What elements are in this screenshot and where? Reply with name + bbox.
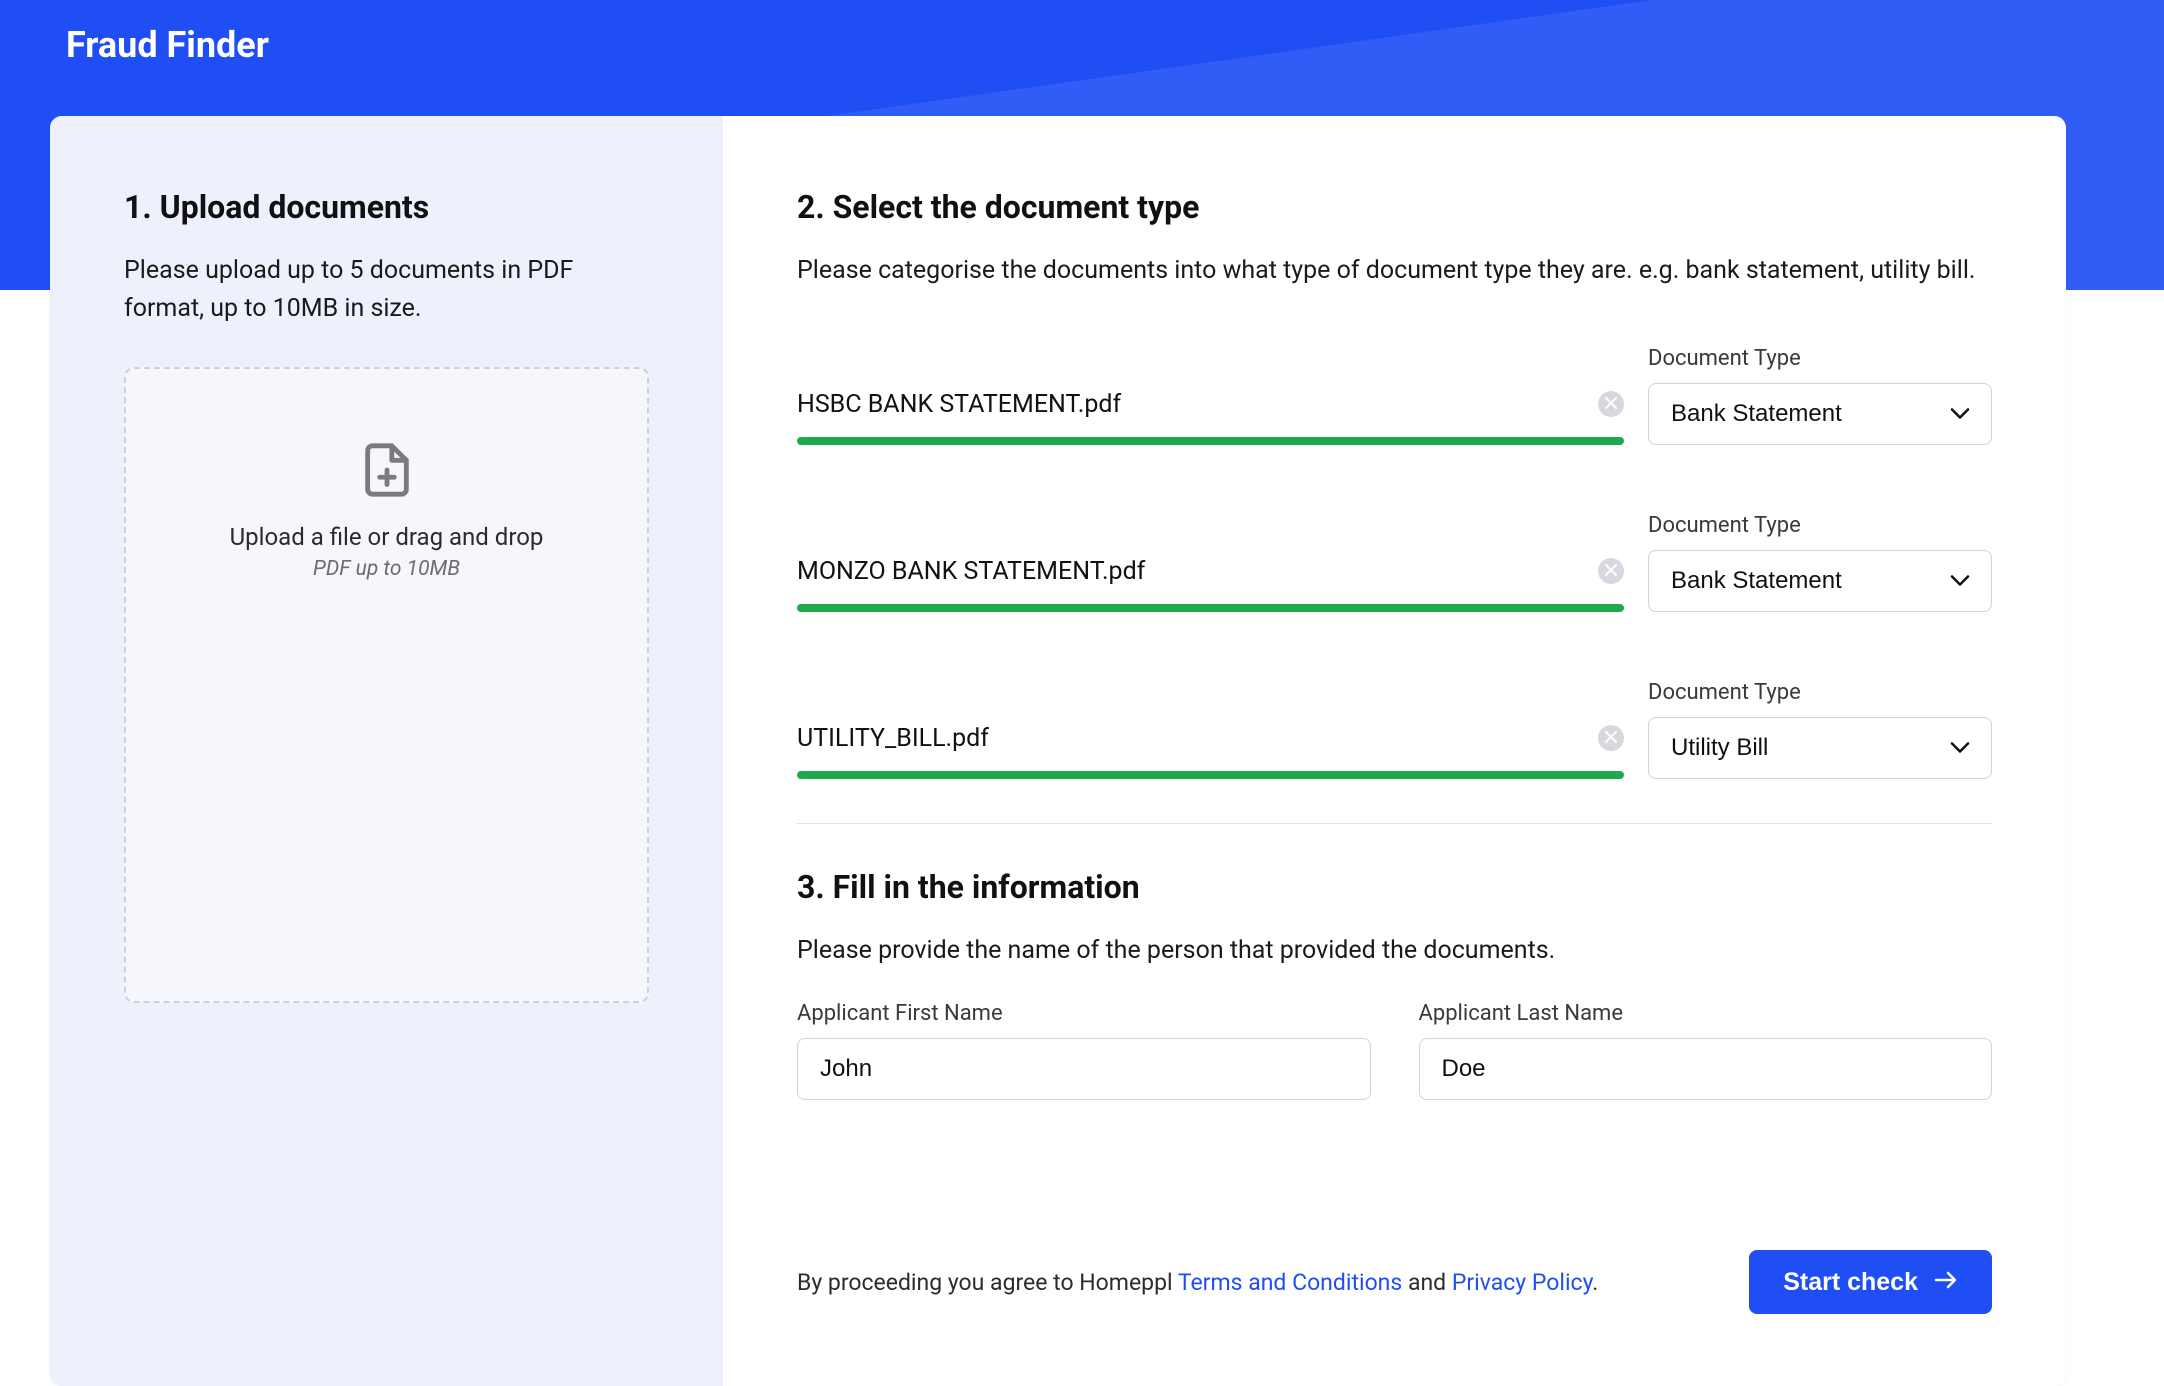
- first-name-input[interactable]: [797, 1038, 1371, 1100]
- file-plus-icon: [358, 441, 416, 499]
- upload-secondary-text: PDF up to 10MB: [313, 557, 460, 581]
- upload-primary-text: Upload a file or drag and drop: [230, 523, 544, 551]
- legal-text: By proceeding you agree to Homeppl Terms…: [797, 1269, 1598, 1296]
- close-icon: [1605, 731, 1617, 746]
- first-name-label: Applicant First Name: [797, 1001, 1371, 1026]
- upload-progress-bar: [797, 604, 1624, 612]
- legal-suffix: .: [1592, 1269, 1598, 1296]
- upload-progress-bar: [797, 437, 1624, 445]
- document-filename: UTILITY_BILL.pdf: [797, 724, 989, 753]
- remove-document-button[interactable]: [1598, 725, 1624, 751]
- document-type-select[interactable]: [1648, 550, 1992, 612]
- step1-title: 1. Upload documents: [124, 188, 649, 226]
- close-icon: [1605, 397, 1617, 412]
- terms-link[interactable]: Terms and Conditions: [1178, 1269, 1402, 1296]
- legal-prefix: By proceeding you agree to Homeppl: [797, 1269, 1178, 1296]
- start-check-button[interactable]: Start check: [1749, 1250, 1992, 1314]
- step2-desc: Please categorise the documents into wha…: [797, 252, 1992, 290]
- document-row: UTILITY_BILL.pdf Document Type: [797, 680, 1992, 779]
- remove-document-button[interactable]: [1598, 558, 1624, 584]
- document-type-label: Document Type: [1648, 680, 1992, 705]
- close-icon: [1605, 564, 1617, 579]
- step2-title: 2. Select the document type: [797, 188, 1992, 226]
- arrow-right-icon: [1934, 1268, 1958, 1297]
- upload-dropzone[interactable]: Upload a file or drag and drop PDF up to…: [124, 367, 649, 1003]
- document-row: MONZO BANK STATEMENT.pdf Document Type: [797, 513, 1992, 612]
- document-filename: MONZO BANK STATEMENT.pdf: [797, 557, 1145, 586]
- remove-document-button[interactable]: [1598, 391, 1624, 417]
- section-divider: [797, 823, 1992, 824]
- document-type-select[interactable]: [1648, 383, 1992, 445]
- step3-desc: Please provide the name of the person th…: [797, 932, 1992, 970]
- document-type-select[interactable]: [1648, 717, 1992, 779]
- upload-panel: 1. Upload documents Please upload up to …: [50, 116, 723, 1386]
- configure-panel: 2. Select the document type Please categ…: [723, 116, 2066, 1386]
- start-check-label: Start check: [1783, 1268, 1918, 1297]
- step1-desc: Please upload up to 5 documents in PDF f…: [124, 252, 649, 327]
- app-title: Fraud Finder: [66, 24, 269, 66]
- step3-title: 3. Fill in the information: [797, 868, 1992, 906]
- last-name-label: Applicant Last Name: [1419, 1001, 1993, 1026]
- upload-progress-bar: [797, 771, 1624, 779]
- document-type-label: Document Type: [1648, 513, 1992, 538]
- document-filename: HSBC BANK STATEMENT.pdf: [797, 390, 1121, 419]
- document-type-label: Document Type: [1648, 346, 1992, 371]
- document-list: HSBC BANK STATEMENT.pdf Document Type: [797, 346, 1992, 823]
- document-row: HSBC BANK STATEMENT.pdf Document Type: [797, 346, 1992, 445]
- last-name-input[interactable]: [1419, 1038, 1993, 1100]
- legal-joiner: and: [1402, 1269, 1452, 1296]
- main-card: 1. Upload documents Please upload up to …: [50, 116, 2066, 1386]
- privacy-link[interactable]: Privacy Policy: [1452, 1269, 1592, 1296]
